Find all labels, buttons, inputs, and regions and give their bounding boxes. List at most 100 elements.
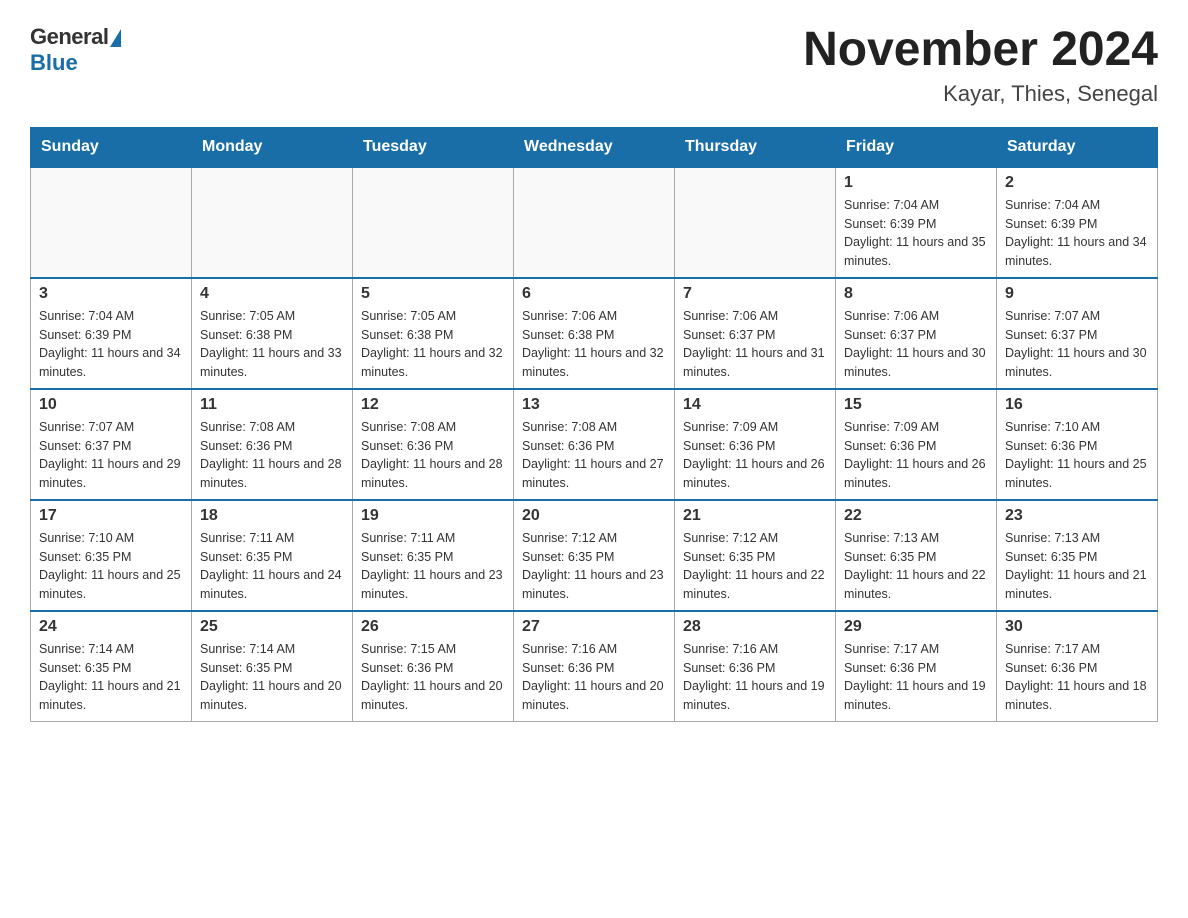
day-number: 5	[361, 285, 505, 303]
calendar-cell: 20 Sunrise: 7:12 AMSunset: 6:35 PMDayligh…	[514, 500, 675, 611]
calendar-cell: 24 Sunrise: 7:14 AMSunset: 6:35 PMDayligh…	[31, 611, 192, 722]
day-info: Sunrise: 7:16 AMSunset: 6:36 PMDaylight:…	[683, 640, 827, 715]
day-number: 22	[844, 507, 988, 525]
day-number: 26	[361, 618, 505, 636]
calendar-cell: 29 Sunrise: 7:17 AMSunset: 6:36 PMDayligh…	[836, 611, 997, 722]
calendar-week-row: 3Sunrise: 7:04 AMSunset: 6:39 PMDaylight…	[31, 278, 1158, 389]
day-info: Sunrise: 7:05 AMSunset: 6:38 PMDaylight:…	[200, 307, 344, 382]
day-info: Sunrise: 7:17 AMSunset: 6:36 PMDaylight:…	[1005, 640, 1149, 715]
calendar-cell: 28 Sunrise: 7:16 AMSunset: 6:36 PMDayligh…	[675, 611, 836, 722]
day-number: 9	[1005, 285, 1149, 303]
calendar-cell	[31, 167, 192, 278]
day-number: 11	[200, 396, 344, 414]
day-number: 16	[1005, 396, 1149, 414]
calendar-header-tuesday: Tuesday	[353, 127, 514, 167]
day-info: Sunrise: 7:15 AMSunset: 6:36 PMDaylight:…	[361, 640, 505, 715]
day-info: Sunrise: 7:07 AMSunset: 6:37 PMDaylight:…	[39, 418, 183, 493]
calendar-cell: 17Sunrise: 7:10 AMSunset: 6:35 PMDayligh…	[31, 500, 192, 611]
calendar-cell: 23Sunrise: 7:13 AMSunset: 6:35 PMDayligh…	[997, 500, 1158, 611]
calendar-cell: 4 Sunrise: 7:05 AMSunset: 6:38 PMDaylight…	[192, 278, 353, 389]
calendar-cell: 16 Sunrise: 7:10 AMSunset: 6:36 PMDayligh…	[997, 389, 1158, 500]
calendar-cell: 13 Sunrise: 7:08 AMSunset: 6:36 PMDayligh…	[514, 389, 675, 500]
month-title: November 2024	[803, 24, 1158, 77]
day-info: Sunrise: 7:14 AMSunset: 6:35 PMDaylight:…	[200, 640, 344, 715]
day-number: 6	[522, 285, 666, 303]
day-info: Sunrise: 7:17 AMSunset: 6:36 PMDaylight:…	[844, 640, 988, 715]
calendar-cell: 27 Sunrise: 7:16 AMSunset: 6:36 PMDayligh…	[514, 611, 675, 722]
day-info: Sunrise: 7:14 AMSunset: 6:35 PMDaylight:…	[39, 640, 183, 715]
calendar-header-thursday: Thursday	[675, 127, 836, 167]
day-info: Sunrise: 7:05 AMSunset: 6:38 PMDaylight:…	[361, 307, 505, 382]
day-number: 29	[844, 618, 988, 636]
calendar-cell: 5 Sunrise: 7:05 AMSunset: 6:38 PMDaylight…	[353, 278, 514, 389]
day-number: 27	[522, 618, 666, 636]
calendar-cell	[192, 167, 353, 278]
calendar-cell: 19 Sunrise: 7:11 AMSunset: 6:35 PMDayligh…	[353, 500, 514, 611]
day-info: Sunrise: 7:11 AMSunset: 6:35 PMDaylight:…	[200, 529, 344, 604]
calendar-cell: 12 Sunrise: 7:08 AMSunset: 6:36 PMDayligh…	[353, 389, 514, 500]
day-info: Sunrise: 7:10 AMSunset: 6:36 PMDaylight:…	[1005, 418, 1149, 493]
calendar-header-friday: Friday	[836, 127, 997, 167]
calendar-week-row: 10 Sunrise: 7:07 AMSunset: 6:37 PMDayligh…	[31, 389, 1158, 500]
day-info: Sunrise: 7:08 AMSunset: 6:36 PMDaylight:…	[522, 418, 666, 493]
title-block: November 2024 Kayar, Thies, Senegal	[803, 24, 1158, 107]
calendar-week-row: 1 Sunrise: 7:04 AMSunset: 6:39 PMDaylight…	[31, 167, 1158, 278]
day-info: Sunrise: 7:13 AMSunset: 6:35 PMDaylight:…	[844, 529, 988, 604]
day-number: 7	[683, 285, 827, 303]
logo: General Blue	[30, 24, 121, 76]
day-number: 19	[361, 507, 505, 525]
day-info: Sunrise: 7:07 AMSunset: 6:37 PMDaylight:…	[1005, 307, 1149, 382]
calendar-cell: 2 Sunrise: 7:04 AMSunset: 6:39 PMDaylight…	[997, 167, 1158, 278]
day-info: Sunrise: 7:12 AMSunset: 6:35 PMDaylight:…	[522, 529, 666, 604]
calendar-header-row: SundayMondayTuesdayWednesdayThursdayFrid…	[31, 127, 1158, 167]
location-title: Kayar, Thies, Senegal	[803, 81, 1158, 107]
day-number: 20	[522, 507, 666, 525]
calendar-cell: 10 Sunrise: 7:07 AMSunset: 6:37 PMDayligh…	[31, 389, 192, 500]
day-info: Sunrise: 7:13 AMSunset: 6:35 PMDaylight:…	[1005, 529, 1149, 604]
calendar-cell: 18 Sunrise: 7:11 AMSunset: 6:35 PMDayligh…	[192, 500, 353, 611]
calendar-cell: 22 Sunrise: 7:13 AMSunset: 6:35 PMDayligh…	[836, 500, 997, 611]
day-number: 4	[200, 285, 344, 303]
day-info: Sunrise: 7:04 AMSunset: 6:39 PMDaylight:…	[1005, 196, 1149, 271]
calendar-cell: 9 Sunrise: 7:07 AMSunset: 6:37 PMDaylight…	[997, 278, 1158, 389]
day-number: 25	[200, 618, 344, 636]
calendar-cell: 6 Sunrise: 7:06 AMSunset: 6:38 PMDaylight…	[514, 278, 675, 389]
calendar-table: SundayMondayTuesdayWednesdayThursdayFrid…	[30, 127, 1158, 722]
calendar-week-row: 24 Sunrise: 7:14 AMSunset: 6:35 PMDayligh…	[31, 611, 1158, 722]
day-info: Sunrise: 7:08 AMSunset: 6:36 PMDaylight:…	[361, 418, 505, 493]
day-info: Sunrise: 7:12 AMSunset: 6:35 PMDaylight:…	[683, 529, 827, 604]
calendar-cell: 25 Sunrise: 7:14 AMSunset: 6:35 PMDayligh…	[192, 611, 353, 722]
calendar-cell: 30 Sunrise: 7:17 AMSunset: 6:36 PMDayligh…	[997, 611, 1158, 722]
day-number: 2	[1005, 174, 1149, 192]
day-info: Sunrise: 7:06 AMSunset: 6:37 PMDaylight:…	[844, 307, 988, 382]
day-info: Sunrise: 7:09 AMSunset: 6:36 PMDaylight:…	[844, 418, 988, 493]
day-number: 13	[522, 396, 666, 414]
day-number: 15	[844, 396, 988, 414]
day-info: Sunrise: 7:06 AMSunset: 6:38 PMDaylight:…	[522, 307, 666, 382]
day-number: 1	[844, 174, 988, 192]
calendar-cell: 26 Sunrise: 7:15 AMSunset: 6:36 PMDayligh…	[353, 611, 514, 722]
day-info: Sunrise: 7:16 AMSunset: 6:36 PMDaylight:…	[522, 640, 666, 715]
day-info: Sunrise: 7:06 AMSunset: 6:37 PMDaylight:…	[683, 307, 827, 382]
day-info: Sunrise: 7:04 AMSunset: 6:39 PMDaylight:…	[39, 307, 183, 382]
calendar-cell: 3Sunrise: 7:04 AMSunset: 6:39 PMDaylight…	[31, 278, 192, 389]
page-header: General Blue November 2024 Kayar, Thies,…	[30, 24, 1158, 107]
calendar-cell: 21Sunrise: 7:12 AMSunset: 6:35 PMDayligh…	[675, 500, 836, 611]
day-info: Sunrise: 7:10 AMSunset: 6:35 PMDaylight:…	[39, 529, 183, 604]
calendar-cell: 11 Sunrise: 7:08 AMSunset: 6:36 PMDayligh…	[192, 389, 353, 500]
day-info: Sunrise: 7:11 AMSunset: 6:35 PMDaylight:…	[361, 529, 505, 604]
day-number: 30	[1005, 618, 1149, 636]
day-number: 24	[39, 618, 183, 636]
day-number: 12	[361, 396, 505, 414]
calendar-cell: 14Sunrise: 7:09 AMSunset: 6:36 PMDayligh…	[675, 389, 836, 500]
calendar-cell: 1 Sunrise: 7:04 AMSunset: 6:39 PMDaylight…	[836, 167, 997, 278]
day-number: 18	[200, 507, 344, 525]
day-number: 28	[683, 618, 827, 636]
day-number: 10	[39, 396, 183, 414]
day-info: Sunrise: 7:04 AMSunset: 6:39 PMDaylight:…	[844, 196, 988, 271]
calendar-cell: 8Sunrise: 7:06 AMSunset: 6:37 PMDaylight…	[836, 278, 997, 389]
calendar-week-row: 17Sunrise: 7:10 AMSunset: 6:35 PMDayligh…	[31, 500, 1158, 611]
calendar-cell	[514, 167, 675, 278]
calendar-cell: 7 Sunrise: 7:06 AMSunset: 6:37 PMDaylight…	[675, 278, 836, 389]
day-info: Sunrise: 7:08 AMSunset: 6:36 PMDaylight:…	[200, 418, 344, 493]
